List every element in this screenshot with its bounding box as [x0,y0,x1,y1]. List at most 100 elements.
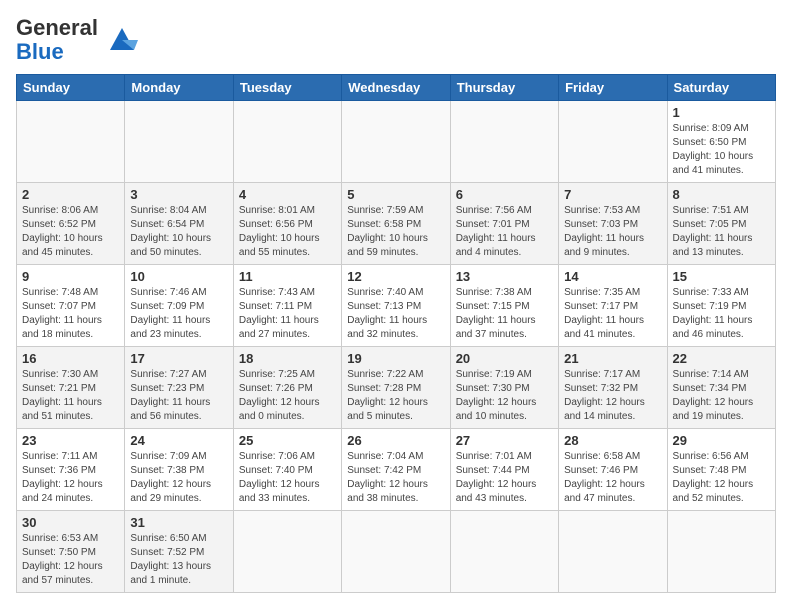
calendar-cell: 17Sunrise: 7:27 AM Sunset: 7:23 PM Dayli… [125,347,233,429]
calendar-cell [450,101,558,183]
day-number: 12 [347,269,444,284]
logo-text: General Blue [16,16,98,64]
logo: General Blue [16,16,142,64]
day-number: 16 [22,351,119,366]
calendar-cell: 20 Sunrise: 7:19 AM Sunset: 7:30 PM Dayli… [450,347,558,429]
day-number: 24 [130,433,227,448]
day-number: 9 [22,269,119,284]
calendar-cell: 7 Sunrise: 7:53 AM Sunset: 7:03 PM Daylig… [559,183,667,265]
day-number: 20 [456,351,553,366]
day-number: 14 [564,269,661,284]
day-number: 28 [564,433,661,448]
calendar-header: SundayMondayTuesdayWednesdayThursdayFrid… [17,75,776,101]
calendar-cell: 15 Sunrise: 7:33 AM Sunset: 7:19 PM Dayli… [667,265,775,347]
calendar-cell: 24 Sunrise: 7:09 AM Sunset: 7:38 PM Dayli… [125,429,233,511]
calendar-cell: 21Sunrise: 7:17 AM Sunset: 7:32 PM Dayli… [559,347,667,429]
calendar-week-3: 16 Sunrise: 7:30 AM Sunset: 7:21 PM Dayli… [17,347,776,429]
calendar-week-4: 23Sunrise: 7:11 AM Sunset: 7:36 PM Dayli… [17,429,776,511]
day-info: Sunrise: 7:11 AM Sunset: 7:36 PM Dayligh… [22,450,119,506]
day-info: Sunrise: 6:58 AM Sunset: 7:46 PM Dayligh… [564,450,661,506]
calendar-cell [342,101,450,183]
calendar-cell: 10 Sunrise: 7:46 AM Sunset: 7:09 PM Dayli… [125,265,233,347]
calendar-cell: 1Sunrise: 8:09 AM Sunset: 6:50 PM Daylig… [667,101,775,183]
day-info: Sunrise: 7:25 AM Sunset: 7:26 PM Dayligh… [239,368,336,424]
calendar-cell: 2Sunrise: 8:06 AM Sunset: 6:52 PM Daylig… [17,183,125,265]
day-info: Sunrise: 8:04 AM Sunset: 6:54 PM Dayligh… [130,204,227,260]
day-info: Sunrise: 7:38 AM Sunset: 7:15 PM Dayligh… [456,286,553,342]
calendar-week-5: 30Sunrise: 6:53 AM Sunset: 7:50 PM Dayli… [17,511,776,593]
day-number: 19 [347,351,444,366]
calendar-cell [559,101,667,183]
calendar-cell: 13 Sunrise: 7:38 AM Sunset: 7:15 PM Dayli… [450,265,558,347]
day-info: Sunrise: 6:50 AM Sunset: 7:52 PM Dayligh… [130,532,227,588]
day-info: Sunrise: 7:09 AM Sunset: 7:38 PM Dayligh… [130,450,227,506]
logo-icon [102,20,142,60]
calendar-cell [342,511,450,593]
day-info: Sunrise: 7:35 AM Sunset: 7:17 PM Dayligh… [564,286,661,342]
calendar-cell: 14 Sunrise: 7:35 AM Sunset: 7:17 PM Dayli… [559,265,667,347]
day-info: Sunrise: 7:53 AM Sunset: 7:03 PM Dayligh… [564,204,661,260]
calendar-cell: 19Sunrise: 7:22 AM Sunset: 7:28 PM Dayli… [342,347,450,429]
day-info: Sunrise: 7:43 AM Sunset: 7:11 PM Dayligh… [239,286,336,342]
day-info: Sunrise: 7:14 AM Sunset: 7:34 PM Dayligh… [673,368,770,424]
day-info: Sunrise: 8:01 AM Sunset: 6:56 PM Dayligh… [239,204,336,260]
weekday-header-tuesday: Tuesday [233,75,341,101]
calendar-week-1: 2Sunrise: 8:06 AM Sunset: 6:52 PM Daylig… [17,183,776,265]
day-info: Sunrise: 6:56 AM Sunset: 7:48 PM Dayligh… [673,450,770,506]
day-number: 15 [673,269,770,284]
day-info: Sunrise: 7:33 AM Sunset: 7:19 PM Dayligh… [673,286,770,342]
day-number: 4 [239,187,336,202]
weekday-header-sunday: Sunday [17,75,125,101]
weekday-header-monday: Monday [125,75,233,101]
day-info: Sunrise: 7:19 AM Sunset: 7:30 PM Dayligh… [456,368,553,424]
day-number: 7 [564,187,661,202]
calendar-cell: 9 Sunrise: 7:48 AM Sunset: 7:07 PM Daylig… [17,265,125,347]
calendar-cell: 5Sunrise: 7:59 AM Sunset: 6:58 PM Daylig… [342,183,450,265]
calendar-cell: 31 Sunrise: 6:50 AM Sunset: 7:52 PM Dayli… [125,511,233,593]
calendar-cell: 4 Sunrise: 8:01 AM Sunset: 6:56 PM Daylig… [233,183,341,265]
day-info: Sunrise: 7:30 AM Sunset: 7:21 PM Dayligh… [22,368,119,424]
day-info: Sunrise: 7:46 AM Sunset: 7:09 PM Dayligh… [130,286,227,342]
day-number: 18 [239,351,336,366]
calendar-cell [17,101,125,183]
day-number: 13 [456,269,553,284]
day-info: Sunrise: 7:04 AM Sunset: 7:42 PM Dayligh… [347,450,444,506]
calendar-cell [125,101,233,183]
calendar-cell [450,511,558,593]
calendar-cell: 8Sunrise: 7:51 AM Sunset: 7:05 PM Daylig… [667,183,775,265]
day-number: 27 [456,433,553,448]
day-number: 10 [130,269,227,284]
calendar-cell: 26Sunrise: 7:04 AM Sunset: 7:42 PM Dayli… [342,429,450,511]
day-number: 25 [239,433,336,448]
calendar-cell: 11Sunrise: 7:43 AM Sunset: 7:11 PM Dayli… [233,265,341,347]
page-header: General Blue [16,16,776,64]
calendar-cell: 18 Sunrise: 7:25 AM Sunset: 7:26 PM Dayli… [233,347,341,429]
day-info: Sunrise: 8:09 AM Sunset: 6:50 PM Dayligh… [673,122,770,178]
calendar-cell: 22Sunrise: 7:14 AM Sunset: 7:34 PM Dayli… [667,347,775,429]
day-number: 3 [130,187,227,202]
calendar-cell: 23Sunrise: 7:11 AM Sunset: 7:36 PM Dayli… [17,429,125,511]
day-number: 5 [347,187,444,202]
calendar-cell: 30Sunrise: 6:53 AM Sunset: 7:50 PM Dayli… [17,511,125,593]
calendar-cell: 12 Sunrise: 7:40 AM Sunset: 7:13 PM Dayli… [342,265,450,347]
calendar-cell: 25 Sunrise: 7:06 AM Sunset: 7:40 PM Dayli… [233,429,341,511]
calendar-cell [559,511,667,593]
day-number: 31 [130,515,227,530]
calendar-cell [233,511,341,593]
day-info: Sunrise: 7:06 AM Sunset: 7:40 PM Dayligh… [239,450,336,506]
calendar-cell: 6Sunrise: 7:56 AM Sunset: 7:01 PM Daylig… [450,183,558,265]
day-number: 2 [22,187,119,202]
calendar-cell [233,101,341,183]
day-info: Sunrise: 7:01 AM Sunset: 7:44 PM Dayligh… [456,450,553,506]
day-number: 17 [130,351,227,366]
day-info: Sunrise: 7:40 AM Sunset: 7:13 PM Dayligh… [347,286,444,342]
day-number: 29 [673,433,770,448]
day-number: 30 [22,515,119,530]
calendar-cell: 29 Sunrise: 6:56 AM Sunset: 7:48 PM Dayli… [667,429,775,511]
calendar-week-2: 9 Sunrise: 7:48 AM Sunset: 7:07 PM Daylig… [17,265,776,347]
day-info: Sunrise: 7:48 AM Sunset: 7:07 PM Dayligh… [22,286,119,342]
day-info: Sunrise: 7:56 AM Sunset: 7:01 PM Dayligh… [456,204,553,260]
calendar-cell [667,511,775,593]
day-info: Sunrise: 7:51 AM Sunset: 7:05 PM Dayligh… [673,204,770,260]
calendar-cell: 16 Sunrise: 7:30 AM Sunset: 7:21 PM Dayli… [17,347,125,429]
